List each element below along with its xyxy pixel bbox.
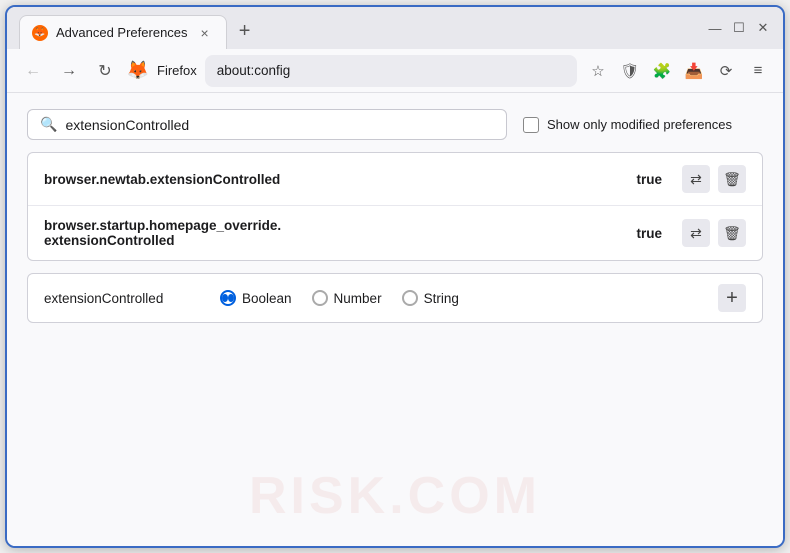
reset-icon[interactable]: ⇄ — [682, 165, 710, 193]
firefox-logo: 🦊 — [127, 60, 149, 82]
pref-name: browser.newtab.extensionControlled — [44, 172, 624, 187]
search-input[interactable] — [65, 117, 494, 133]
table-row: browser.newtab.extensionControlled true … — [28, 153, 762, 206]
delete-icon[interactable]: 🗑 — [718, 219, 746, 247]
pref-name-line1: browser.startup.homepage_override. — [44, 218, 281, 233]
extension-icon[interactable]: 🧩 — [649, 58, 675, 84]
browser-window: 🦊 Advanced Preferences × + — ☐ ✕ ← → ↻ 🦊… — [5, 5, 785, 548]
watermark: RISK.COM — [249, 466, 541, 526]
show-modified-container: Show only modified preferences — [523, 117, 732, 133]
new-tab-button[interactable]: + — [231, 17, 259, 45]
active-tab[interactable]: 🦊 Advanced Preferences × — [19, 15, 227, 49]
radio-group: Boolean Number String — [220, 290, 459, 306]
reload-button[interactable]: ↻ — [91, 57, 119, 85]
results-table: browser.newtab.extensionControlled true … — [27, 152, 763, 261]
radio-string-label: String — [424, 291, 459, 306]
url-display: about:config — [217, 63, 565, 78]
tab-title: Advanced Preferences — [56, 25, 188, 40]
bookmark-icon[interactable]: ☆ — [585, 58, 611, 84]
add-new-row: extensionControlled Boolean Number Strin… — [27, 273, 763, 323]
radio-string-circle[interactable] — [402, 290, 418, 306]
tab-close-button[interactable]: × — [196, 24, 214, 42]
pref-name-line2: extensionControlled — [44, 233, 175, 248]
tab-area: 🦊 Advanced Preferences × + — [19, 7, 699, 49]
reset-icon[interactable]: ⇄ — [682, 219, 710, 247]
nav-bar: ← → ↻ 🦊 Firefox about:config ☆ 🛡 🧩 📥 ⟳ ≡ — [7, 49, 783, 93]
radio-string[interactable]: String — [402, 290, 459, 306]
show-modified-checkbox[interactable] — [523, 117, 539, 133]
show-modified-label: Show only modified preferences — [547, 117, 732, 132]
radio-number-label: Number — [334, 291, 382, 306]
radio-boolean-label: Boolean — [242, 291, 292, 306]
address-bar[interactable]: about:config — [205, 55, 577, 87]
close-button[interactable]: ✕ — [755, 20, 771, 36]
table-row: browser.startup.homepage_override. exten… — [28, 206, 762, 260]
shield-icon[interactable]: 🛡 — [617, 58, 643, 84]
radio-boolean[interactable]: Boolean — [220, 290, 292, 306]
menu-icon[interactable]: ≡ — [745, 58, 771, 84]
radio-number[interactable]: Number — [312, 290, 382, 306]
search-icon: 🔍 — [40, 116, 57, 133]
pref-value: true — [636, 172, 662, 187]
nav-icons: ☆ 🛡 🧩 📥 ⟳ ≡ — [585, 58, 771, 84]
title-bar: 🦊 Advanced Preferences × + — ☐ ✕ — [7, 7, 783, 49]
search-box[interactable]: 🔍 — [27, 109, 507, 140]
action-icons: ⇄ 🗑 — [682, 219, 746, 247]
pref-name: browser.startup.homepage_override. exten… — [44, 218, 624, 248]
window-controls: — ☐ ✕ — [707, 20, 771, 36]
download-icon[interactable]: 📥 — [681, 58, 707, 84]
sync-icon[interactable]: ⟳ — [713, 58, 739, 84]
tab-favicon: 🦊 — [32, 25, 48, 41]
radio-boolean-circle[interactable] — [220, 290, 236, 306]
radio-number-circle[interactable] — [312, 290, 328, 306]
firefox-label: Firefox — [157, 63, 197, 78]
minimize-button[interactable]: — — [707, 20, 723, 36]
back-button[interactable]: ← — [19, 57, 47, 85]
new-pref-name: extensionControlled — [44, 291, 204, 306]
delete-icon[interactable]: 🗑 — [718, 165, 746, 193]
forward-button[interactable]: → — [55, 57, 83, 85]
pref-value: true — [636, 226, 662, 241]
add-button[interactable]: + — [718, 284, 746, 312]
action-icons: ⇄ 🗑 — [682, 165, 746, 193]
content-area: RISK.COM 🔍 Show only modified preference… — [7, 93, 783, 546]
maximize-button[interactable]: ☐ — [731, 20, 747, 36]
search-row: 🔍 Show only modified preferences — [27, 109, 763, 140]
